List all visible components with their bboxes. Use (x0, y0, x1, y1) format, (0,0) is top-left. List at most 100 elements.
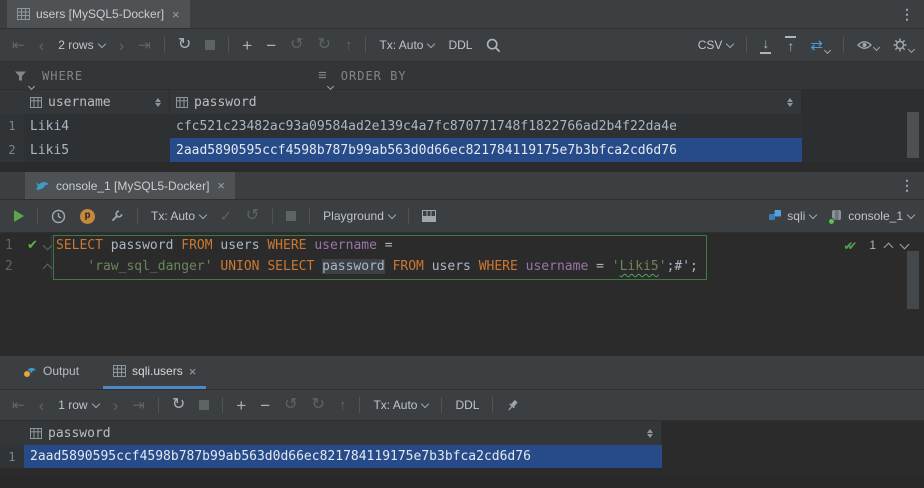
next-problem-button[interactable] (900, 239, 910, 249)
previous-problem-button[interactable] (884, 242, 894, 252)
first-page-button[interactable] (12, 38, 25, 53)
schema-icon (768, 209, 782, 223)
fold-marker-icon[interactable] (43, 241, 53, 251)
separator (222, 397, 223, 413)
ddl-label: DDL (448, 39, 472, 51)
column-header-password[interactable]: password (24, 421, 662, 445)
settings-button[interactable] (893, 38, 914, 52)
ddl-button[interactable]: DDL (455, 399, 479, 411)
last-page-button[interactable] (132, 398, 145, 413)
chevron-down-icon (427, 39, 435, 47)
next-page-button[interactable] (119, 37, 125, 54)
grid-corner-cell[interactable] (0, 90, 24, 114)
table-row[interactable]: 1 2aad5890595ccf4598b787b99ab563d0d66ec8… (0, 445, 662, 468)
add-row-button[interactable] (242, 37, 252, 54)
history-button[interactable] (51, 209, 66, 224)
schema-selector[interactable]: sqli (768, 209, 816, 223)
next-page-button[interactable] (113, 397, 119, 414)
console-settings-button[interactable] (109, 209, 124, 224)
grid-corner-cell[interactable] (0, 421, 24, 445)
inspections-widget: 1 (843, 238, 908, 252)
sort-toggle[interactable] (787, 98, 793, 107)
cell-password[interactable]: cfc521c23482ac93a09584ad2e139c4a7fc87077… (170, 114, 802, 138)
stop-button[interactable] (205, 40, 215, 50)
stop-icon (205, 40, 215, 50)
tab-options-menu[interactable] (900, 172, 914, 199)
revert-button[interactable] (290, 37, 303, 53)
reload-data-button[interactable] (172, 397, 185, 413)
sort-toggle[interactable] (155, 98, 161, 107)
cell-username[interactable]: Liki4 (24, 114, 170, 138)
order-by-field[interactable]: ORDER BY (318, 62, 407, 89)
compare-button[interactable] (810, 38, 830, 53)
previous-page-button[interactable] (39, 37, 45, 54)
splitter[interactable] (0, 162, 924, 172)
editor-vertical-scrollbar[interactable] (907, 251, 919, 309)
output-layout-button[interactable] (422, 210, 436, 222)
previous-page-button[interactable] (39, 397, 45, 414)
code-line[interactable]: SELECT password FROM users WHERE usernam… (56, 235, 393, 256)
import-data-button[interactable] (785, 36, 796, 54)
playground-mode-selector[interactable]: Playground (323, 210, 395, 222)
separator (37, 208, 38, 224)
parameters-button[interactable]: p (80, 209, 95, 224)
export-data-button[interactable] (760, 36, 771, 54)
sort-toggle[interactable] (647, 429, 653, 438)
table-row[interactable]: 2 Liki5 2aad5890595ccf4598b787b99ab563d0… (0, 138, 802, 162)
pin-tab-button[interactable] (506, 399, 519, 412)
commit-button[interactable] (220, 209, 232, 223)
tab-options-menu[interactable] (900, 0, 914, 28)
submit-button[interactable] (345, 38, 353, 53)
tab-console-1[interactable]: console_1 [MySQL5-Docker] (25, 172, 235, 199)
close-icon[interactable] (189, 364, 197, 379)
submit-button[interactable] (339, 398, 347, 413)
view-options-button[interactable] (857, 40, 879, 50)
grid-vertical-scrollbar[interactable] (907, 112, 919, 158)
first-page-button[interactable] (12, 398, 25, 413)
search-button[interactable] (486, 38, 501, 53)
tx-mode-selector[interactable]: Tx: Auto (373, 399, 428, 411)
code-line[interactable]: 'raw_sql_danger' UNION SELECT password F… (56, 256, 698, 277)
close-icon[interactable] (217, 178, 225, 193)
fold-marker-icon[interactable] (43, 264, 53, 274)
table-row[interactable]: 1 Liki4 cfc521c23482ac93a09584ad2e139c4a… (0, 114, 802, 138)
console-tab-bar: console_1 [MySQL5-Docker] (0, 172, 924, 200)
separator (272, 208, 273, 224)
redo-button[interactable] (312, 397, 325, 413)
page-size-selector[interactable]: 2 rows (58, 39, 104, 51)
tab-sqli-users[interactable]: sqli.users (103, 356, 206, 389)
last-page-button[interactable] (138, 38, 151, 53)
tab-output[interactable]: Output (14, 356, 89, 389)
page-size-selector[interactable]: 1 row (58, 399, 98, 411)
export-format-selector[interactable]: CSV (698, 39, 734, 51)
tx-mode-selector[interactable]: Tx: Auto (151, 210, 206, 222)
code-token (424, 259, 432, 274)
reload-data-button[interactable] (178, 37, 191, 53)
where-filter-field[interactable]: WHERE (14, 62, 83, 89)
delete-row-button[interactable] (260, 397, 270, 414)
clock-icon (51, 209, 66, 224)
column-header-password[interactable]: password (170, 90, 802, 114)
tab-users-grid[interactable]: users [MySQL5-Docker] (7, 0, 190, 28)
sql-editor[interactable]: 1 2 SELECT password FROM users WHERE use… (0, 233, 924, 356)
stop-button[interactable] (286, 211, 296, 221)
where-placeholder: WHERE (42, 69, 83, 83)
rollback-button[interactable] (246, 208, 259, 224)
stop-button[interactable] (199, 400, 209, 410)
tx-mode-selector[interactable]: Tx: Auto (379, 39, 434, 51)
cell-password-selected[interactable]: 2aad5890595ccf4598b787b99ab563d0d66ec821… (24, 445, 662, 468)
cell-password-selected[interactable]: 2aad5890595ccf4598b787b99ab563d0d66ec821… (170, 138, 802, 162)
session-icon (830, 209, 843, 223)
cell-username[interactable]: Liki5 (24, 138, 170, 162)
session-selector[interactable]: console_1 (830, 209, 914, 223)
execute-button[interactable] (14, 210, 24, 222)
ddl-button[interactable]: DDL (448, 39, 472, 51)
redo-button[interactable] (318, 37, 331, 53)
revert-button[interactable] (284, 397, 297, 413)
column-header-username[interactable]: username (24, 90, 170, 114)
code-token: ' (612, 259, 620, 274)
playground-label: Playground (323, 210, 384, 222)
close-icon[interactable] (172, 7, 180, 22)
add-row-button[interactable] (236, 397, 246, 414)
delete-row-button[interactable] (266, 37, 276, 54)
